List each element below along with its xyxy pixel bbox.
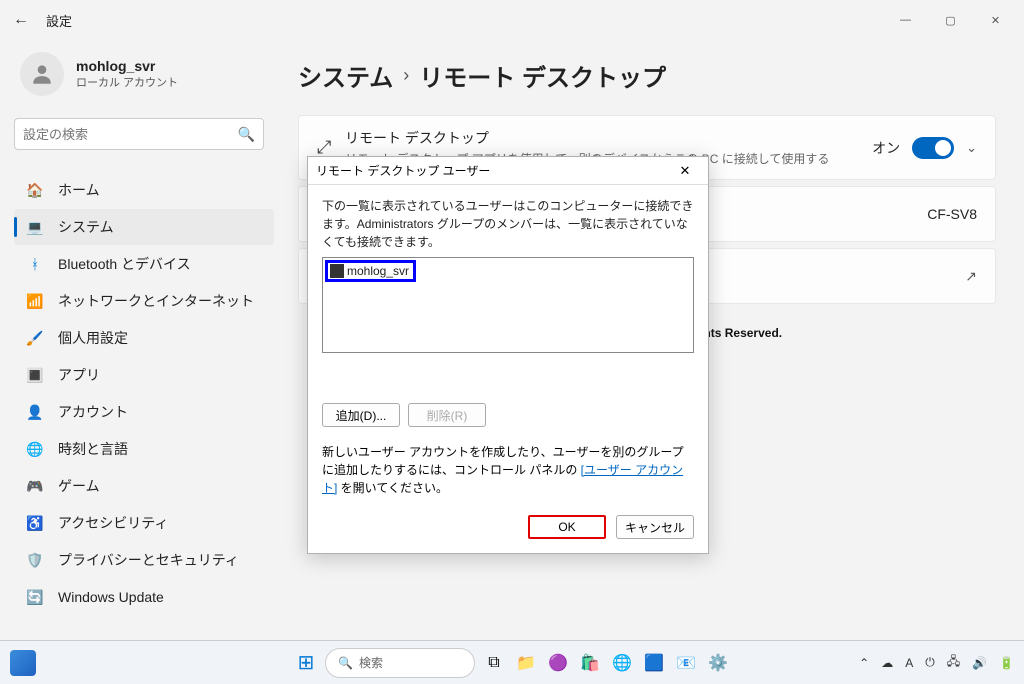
- ime-indicator[interactable]: A: [905, 656, 913, 670]
- avatar: [20, 52, 64, 96]
- toggle-switch[interactable]: [912, 137, 954, 159]
- account-icon: 👤: [26, 403, 44, 421]
- nav-accounts[interactable]: 👤アカウント: [14, 394, 274, 430]
- nav-update[interactable]: 🔄Windows Update: [14, 579, 274, 615]
- store-icon[interactable]: 🛍️: [577, 650, 603, 676]
- settings-icon[interactable]: ⚙️: [705, 650, 731, 676]
- nav-network[interactable]: 📶ネットワークとインターネット: [14, 283, 274, 319]
- tray-power-icon[interactable]: ⏻: [925, 655, 935, 670]
- card-title: リモート デスクトップ: [345, 128, 872, 148]
- nav-privacy[interactable]: 🛡️プライバシーとセキュリティ: [14, 542, 274, 578]
- user-account-type: ローカル アカウント: [76, 74, 178, 90]
- breadcrumb: システム › リモート デスクトップ: [298, 58, 996, 93]
- ok-button[interactable]: OK: [528, 515, 606, 539]
- search-box[interactable]: 🔍: [14, 118, 264, 150]
- wifi-icon: 📶: [26, 292, 44, 310]
- tray-chevron-icon[interactable]: ⌃: [859, 656, 869, 670]
- tray-volume-icon[interactable]: 🔊: [972, 656, 987, 670]
- cancel-button[interactable]: キャンセル: [616, 515, 694, 539]
- start-button[interactable]: ⊞: [293, 650, 319, 676]
- external-icon: ↗: [965, 268, 977, 285]
- system-icon: 💻: [26, 218, 44, 236]
- search-input[interactable]: [23, 127, 238, 142]
- tray-network-icon[interactable]: 🖧: [947, 652, 960, 673]
- search-icon: 🔍: [238, 126, 255, 143]
- copilot-icon[interactable]: 🟣: [545, 650, 571, 676]
- taskbar: ⊞ 🔍検索 ⧉ 📁 🟣 🛍️ 🌐 🟦 📧 ⚙️ ⌃ ☁ A ⏻ 🖧 🔊 🔋: [0, 640, 1024, 684]
- taskbar-search[interactable]: 🔍検索: [325, 648, 475, 678]
- app-icon[interactable]: 🟦: [641, 650, 667, 676]
- back-button[interactable]: ←: [6, 11, 36, 29]
- game-icon: 🎮: [26, 477, 44, 495]
- dialog-title: リモート デスクトップ ユーザー: [316, 162, 490, 179]
- nav-time[interactable]: 🌐時刻と言語: [14, 431, 274, 467]
- nav-apps[interactable]: 🔳アプリ: [14, 357, 274, 393]
- toggle-state: オン: [872, 138, 900, 158]
- bluetooth-icon: ᚼ: [26, 255, 44, 273]
- dialog-message: 下の一覧に表示されているユーザーはこのコンピューターに接続できます。Admini…: [322, 197, 694, 251]
- close-button[interactable]: ✕: [973, 5, 1018, 35]
- minimize-button[interactable]: —: [883, 5, 928, 35]
- apps-icon: 🔳: [26, 366, 44, 384]
- brush-icon: 🖌️: [26, 329, 44, 347]
- user-name: mohlog_svr: [76, 58, 178, 74]
- user-list-item[interactable]: mohlog_svr: [325, 260, 416, 282]
- tray-battery-icon[interactable]: 🔋: [999, 656, 1014, 670]
- chevron-down-icon[interactable]: ⌄: [966, 140, 977, 156]
- add-button[interactable]: 追加(D)...: [322, 403, 400, 427]
- maximize-button[interactable]: ▢: [928, 5, 973, 35]
- shield-icon: 🛡️: [26, 551, 44, 569]
- edge-icon[interactable]: 🌐: [609, 650, 635, 676]
- outlook-icon[interactable]: 📧: [673, 650, 699, 676]
- task-view-icon[interactable]: ⧉: [481, 650, 507, 676]
- user-block[interactable]: mohlog_svr ローカル アカウント: [14, 52, 274, 96]
- nav-personalization[interactable]: 🖌️個人用設定: [14, 320, 274, 356]
- user-list[interactable]: mohlog_svr: [322, 257, 694, 353]
- widgets-button[interactable]: [10, 650, 36, 676]
- update-icon: 🔄: [26, 588, 44, 606]
- user-icon: [330, 264, 344, 278]
- dialog-close-button[interactable]: ✕: [670, 163, 700, 179]
- window-title: 設定: [46, 11, 72, 30]
- search-icon: 🔍: [338, 656, 353, 670]
- titlebar: ← 設定 — ▢ ✕: [0, 0, 1024, 40]
- globe-icon: 🌐: [26, 440, 44, 458]
- tray-onedrive-icon[interactable]: ☁: [881, 656, 893, 670]
- explorer-icon[interactable]: 📁: [513, 650, 539, 676]
- breadcrumb-system[interactable]: システム: [298, 58, 393, 93]
- home-icon: 🏠: [26, 181, 44, 199]
- remote-users-dialog: リモート デスクトップ ユーザー ✕ 下の一覧に表示されているユーザーはこのコン…: [307, 156, 709, 554]
- breadcrumb-current: リモート デスクトップ: [419, 58, 666, 93]
- remove-button[interactable]: 削除(R): [408, 403, 486, 427]
- nav-home[interactable]: 🏠ホーム: [14, 172, 274, 208]
- nav-accessibility[interactable]: ♿アクセシビリティ: [14, 505, 274, 541]
- sidebar: mohlog_svr ローカル アカウント 🔍 🏠ホーム 💻システム ᚼBlue…: [0, 40, 282, 640]
- nav-bluetooth[interactable]: ᚼBluetooth とデバイス: [14, 246, 274, 282]
- dialog-footer: 新しいユーザー アカウントを作成したり、ユーザーを別のグループに追加したりするに…: [308, 439, 708, 509]
- nav-system[interactable]: 💻システム: [14, 209, 274, 245]
- pc-name-value: CF-SV8: [927, 206, 977, 222]
- breadcrumb-sep: ›: [403, 65, 409, 86]
- remote-icon: ⤢: [317, 137, 345, 158]
- nav-gaming[interactable]: 🎮ゲーム: [14, 468, 274, 504]
- accessibility-icon: ♿: [26, 514, 44, 532]
